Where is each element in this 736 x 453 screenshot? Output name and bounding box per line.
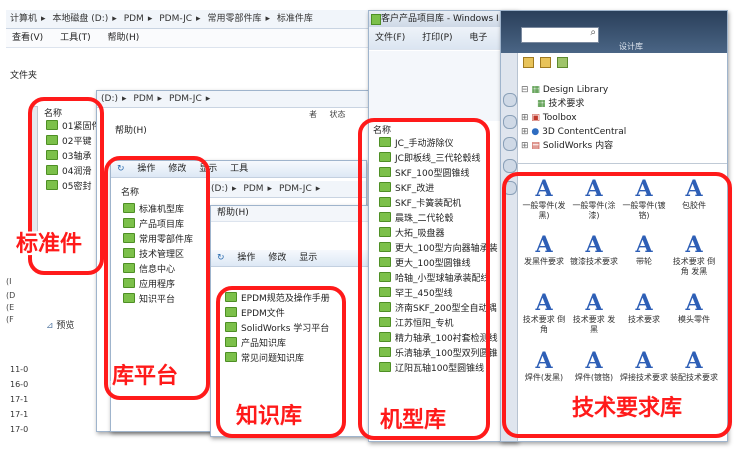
menu-view[interactable]: 查看(V) [12,33,43,43]
menu-electronic[interactable]: 电子 [469,33,487,43]
date-cell: 17-0 [10,437,28,440]
date-cell: 17-1 [10,395,29,404]
folder-pane-label: 文件夹 [10,71,38,81]
toolbar-modify[interactable]: 修改 [268,253,286,263]
address-segment[interactable]: PDM-JC [159,14,192,24]
side-letter: (D [6,291,16,300]
date-cell: 17-0 [10,425,29,434]
menu-help[interactable]: 帮助(H) [115,123,147,136]
panel-title: 设计库 [619,42,643,51]
side-letter: (F [6,315,14,324]
tree-item-solidworks-content[interactable]: ⊞ ▤ SolidWorks 内容 [521,139,626,153]
toolbar-display[interactable]: 显示 [299,253,317,263]
folder-add-icon[interactable] [540,57,552,68]
refresh-icon[interactable]: ↻ [217,253,225,263]
tree-item-design-library[interactable]: ⊟ ▦ Design Library [521,83,626,97]
menu-bar: 文件(F) 打印(P) 电子 [369,27,517,50]
home-icon[interactable] [503,93,517,107]
window-title: 客户产品项目库 - Windows I [369,11,517,27]
date-cell: 16-0 [10,380,29,389]
toolbar-tools[interactable]: 工具 [230,164,248,174]
side-letter: (I [6,277,12,286]
menu-bar: 查看(V) 工具(T) 帮助(H) [6,29,378,48]
preview-button[interactable]: ⊿ 预览 [46,318,74,331]
address-bar[interactable]: 计算机 ▸ 本地磁盘 (D:) ▸ PDM ▸ PDM-JC ▸ 常用零部件库 ▸ 标准件… [6,10,378,29]
library-icon: ▦ [531,85,540,95]
address-bar[interactable]: (D:) ▸ PDM ▸ PDM-JC ▸ [97,91,369,108]
app-icon [371,14,381,25]
search-box[interactable]: ⌕ [521,27,599,43]
highlight-model [358,118,490,440]
column-header-state[interactable]: 状态 [330,110,346,119]
label-knowledge: 知识库 [236,404,303,429]
menu-tools[interactable]: 工具(T) [60,33,91,43]
menu-bar: 帮助(H) [211,206,371,222]
toolbar-operate[interactable]: 操作 [237,253,255,263]
label-tech: 技术要求库 [572,396,683,421]
library-icon[interactable] [503,115,517,129]
tree-item-3d-contentcentral[interactable]: ⊞ ● 3D ContentCentral [521,125,626,139]
address-segment[interactable]: 常用零部件库 [207,14,261,24]
label-platform: 库平台 [112,364,179,389]
address-segment[interactable]: PDM [124,14,144,24]
toolbox-icon: ▣ [531,113,540,123]
add-icon[interactable] [523,57,534,68]
address-segment[interactable]: 计算机 [10,14,37,24]
date-cell: 17-1 [10,410,29,419]
label-model: 机型库 [380,408,447,433]
solidworks-icon: ▤ [531,141,540,151]
date-cell: 11-0 [10,365,29,374]
address-segment[interactable]: 标准件库 [277,14,313,24]
side-letter: (E [6,303,15,312]
menu-print[interactable]: 打印(P) [422,33,452,43]
address-segment[interactable]: 本地磁盘 (D:) [52,14,108,24]
folder-icon: ▦ [537,99,546,109]
palette-icon[interactable] [503,159,517,173]
address-bar-2[interactable]: (D:) ▸ PDM ▸ PDM-JC ▸ [207,181,366,198]
preview-icon: ⊿ [46,321,54,331]
menu-help[interactable]: 帮助(H) [107,33,139,43]
column-header-author[interactable]: 者 [309,110,317,119]
menu-help[interactable]: 帮助(H) [217,208,249,218]
menu-file[interactable]: 文件(F) [375,33,405,43]
tree-item-toolbox[interactable]: ⊞ ▣ Toolbox [521,111,626,125]
label-standard: 标准件 [16,232,83,257]
refresh-icon[interactable] [557,57,569,68]
toolbar: ↻ 操作 修改 显示 [211,250,371,267]
search-icon: ⌕ [590,27,596,38]
tree-item-tech-requirements[interactable]: ▦ 技术要求 [521,97,626,111]
folder-icon[interactable] [503,137,517,151]
globe-icon: ● [531,127,540,137]
